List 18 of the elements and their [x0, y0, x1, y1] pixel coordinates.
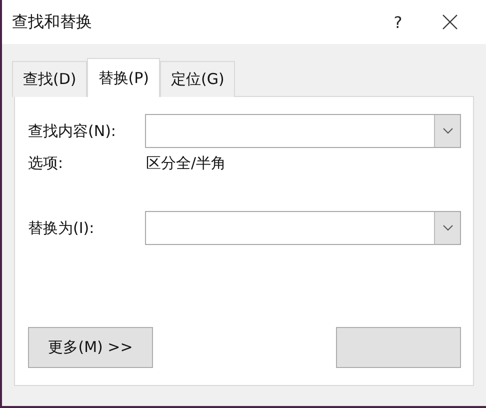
tab[interactable]: 查找(D)	[12, 61, 88, 97]
caret-icon	[442, 225, 452, 231]
dropdown-button[interactable]	[434, 212, 460, 244]
more-button[interactable]: 更多(M) >>	[28, 327, 153, 368]
find-field[interactable]	[145, 114, 461, 148]
dropdown-button[interactable]	[434, 115, 460, 147]
close-icon[interactable]	[442, 14, 458, 30]
help-button[interactable]: ?	[368, 12, 428, 32]
options-label: 选项:	[28, 154, 64, 173]
field-label: 替换为(I):	[28, 218, 96, 238]
options-value: 区分全/半角	[146, 154, 226, 173]
dialog-button[interactable]	[336, 327, 461, 368]
window-title: 查找和替换	[12, 12, 93, 32]
tab[interactable]: 定位(G)	[160, 61, 236, 97]
caret-icon	[442, 128, 452, 134]
tab[interactable]: 替换(P)	[87, 58, 160, 97]
field-label: 查找内容(N):	[28, 122, 117, 140]
replace-field[interactable]	[145, 211, 461, 245]
